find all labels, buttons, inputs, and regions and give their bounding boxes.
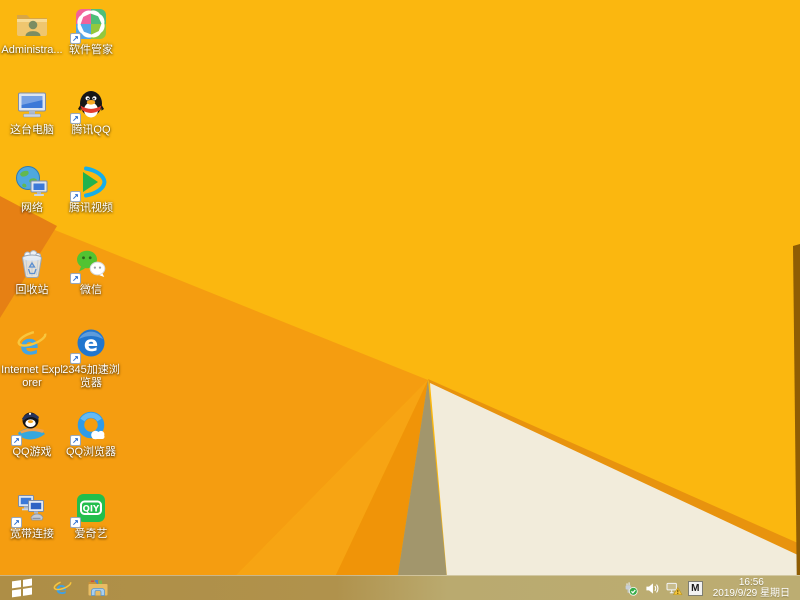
- shortcut-arrow-icon: ↗: [70, 33, 81, 44]
- desktop-icon-broadband-connection[interactable]: ↗ 宽带连接: [0, 490, 64, 541]
- tray-network-warning[interactable]: [666, 576, 683, 600]
- speaker-icon: [646, 582, 659, 594]
- recycle-bin-icon: [14, 246, 50, 282]
- desktop-icon-qq-games[interactable]: ↗ QQ游戏: [0, 408, 64, 459]
- qq-browser-icon: ↗: [70, 408, 109, 446]
- desktop-icon-iqiyi[interactable]: iQIYI ↗ 爱奇艺: [59, 490, 123, 541]
- shortcut-arrow-icon: ↗: [70, 191, 81, 202]
- user-folder-icon: [14, 6, 50, 42]
- clock-time: 16:56: [738, 577, 764, 588]
- taskbar-item-file-explorer[interactable]: [80, 576, 116, 600]
- wechat-bubbles-icon: ↗: [70, 246, 109, 284]
- shortcut-arrow-icon: ↗: [70, 113, 81, 124]
- desktop-icon-label: QQ游戏: [12, 446, 52, 458]
- 2345-browser-icon: e ↗: [70, 326, 109, 364]
- tray-usb-safe-remove[interactable]: [622, 576, 639, 600]
- usb-icon: [625, 581, 638, 596]
- taskbar-clock[interactable]: 16:56 2019/9/29 星期日: [708, 577, 795, 599]
- tray-volume[interactable]: [644, 576, 661, 600]
- taskbar-item-internet-explorer[interactable]: e: [44, 576, 80, 600]
- desktop-icon-label: 回收站: [15, 284, 49, 296]
- qq-games-icon: ↗: [11, 408, 50, 446]
- iqiyi-icon: iQIYI ↗: [70, 490, 109, 528]
- shortcut-arrow-icon: ↗: [70, 435, 81, 446]
- network-warning-icon: [666, 582, 683, 595]
- taskbar: e M 16:56 2019/9/29 星期日: [0, 575, 800, 600]
- desktop-icon-label: Internet Explorer: [1, 364, 63, 389]
- desktop-icon-qq-browser[interactable]: ↗ QQ浏览器: [59, 408, 123, 459]
- shortcut-arrow-icon: ↗: [11, 517, 22, 528]
- network-globe-icon: [14, 164, 50, 200]
- desktop-icon-internet-explorer[interactable]: e Internet Explorer: [0, 326, 64, 390]
- desktop-icon-label: QQ浏览器: [65, 446, 117, 458]
- svg-text:iQIYI: iQIYI: [80, 505, 103, 515]
- desktop-icon-label: 2345加速浏览器: [62, 364, 120, 389]
- desktop-icon-this-pc[interactable]: 这台电脑: [0, 86, 64, 137]
- desktop-icon-label: 爱奇艺: [74, 528, 108, 540]
- desktop-icon-label: Administra...: [1, 44, 63, 56]
- desktop-icon-recycle-bin[interactable]: 回收站: [0, 246, 64, 297]
- desktop-icon-2345-browser[interactable]: e ↗ 2345加速浏览器: [59, 326, 123, 390]
- computer-icon: [14, 86, 50, 122]
- software-manager-icon: ↗: [70, 6, 109, 44]
- ie-icon: e: [14, 326, 50, 362]
- ie-icon: e: [53, 579, 71, 598]
- shortcut-arrow-icon: ↗: [70, 517, 81, 528]
- shortcut-arrow-icon: ↗: [11, 435, 22, 446]
- start-button[interactable]: [0, 576, 44, 600]
- broadband-icon: ↗: [11, 490, 50, 528]
- play-logo-icon: ↗: [70, 164, 109, 202]
- desktop-icon-tencent-video[interactable]: ↗ 腾讯视频: [59, 164, 123, 215]
- desktop-icon-wechat[interactable]: ↗ 微信: [59, 246, 123, 297]
- desktop-icon-software-manager[interactable]: ↗ 软件管家: [59, 6, 123, 57]
- windows-logo-icon: [12, 578, 32, 598]
- desktop-icon-label: 这台电脑: [10, 124, 54, 136]
- desktop-icon-network[interactable]: 网络: [0, 164, 64, 215]
- desktop-icon-administrator[interactable]: Administra...: [0, 6, 64, 57]
- qq-penguin-icon: ↗: [70, 86, 109, 124]
- shortcut-arrow-icon: ↗: [70, 353, 81, 364]
- system-tray: M 16:56 2019/9/29 星期日: [622, 576, 800, 600]
- desktop-icon-label: 微信: [80, 284, 102, 296]
- ime-indicator[interactable]: M: [687, 580, 703, 596]
- desktop: Administra... ↗ 软件管家 这台电脑 ↗ 腾讯QQ 网络 ↗ 腾讯…: [0, 0, 800, 600]
- desktop-icon-tencent-qq[interactable]: ↗ 腾讯QQ: [59, 86, 123, 137]
- desktop-icon-label: 网络: [21, 202, 43, 214]
- shortcut-arrow-icon: ↗: [70, 273, 81, 284]
- clock-date: 2019/9/29 星期日: [712, 588, 790, 599]
- desktop-icon-label: 腾讯视频: [69, 202, 113, 214]
- file-explorer-icon: [88, 580, 108, 596]
- desktop-icon-label: 宽带连接: [10, 528, 54, 540]
- desktop-icon-label: 软件管家: [69, 44, 113, 56]
- svg-text:e: e: [84, 332, 98, 356]
- desktop-icon-label: 腾讯QQ: [71, 124, 111, 136]
